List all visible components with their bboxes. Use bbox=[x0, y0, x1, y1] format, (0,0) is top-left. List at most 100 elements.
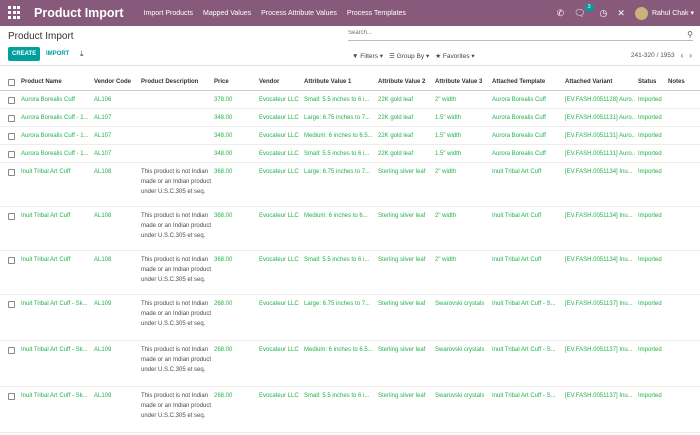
download-icon[interactable]: ⤓ bbox=[80, 49, 84, 59]
cell-attribute-value-2: Sterling silver leaf bbox=[378, 213, 426, 219]
column-header-attribute-value-2[interactable]: Attribute Value 2 bbox=[378, 77, 433, 87]
cell-attribute-value-3: 2" width bbox=[435, 97, 457, 103]
cell-vendor-code: AL108 bbox=[94, 213, 112, 219]
cell-status: Imported bbox=[638, 151, 662, 157]
apps-menu-icon[interactable] bbox=[8, 6, 22, 20]
cell-attribute-value-2: 22K gold leaf bbox=[378, 115, 414, 121]
chat-icon[interactable]: 🗨 3 bbox=[574, 3, 594, 18]
cell-vendor-code: AL108 bbox=[94, 169, 112, 175]
table-row[interactable]: Aurora Borealis Cuff AL106 378.00 Evocateur… bbox=[0, 91, 700, 109]
table-row[interactable]: Inuit Tribal Art Cuff AL108 This product i… bbox=[0, 163, 700, 207]
row-checkbox[interactable] bbox=[8, 257, 15, 264]
cell-price: 368.00 bbox=[214, 169, 233, 175]
column-header-vendor[interactable]: Vendor bbox=[259, 77, 301, 87]
column-header-attribute-value-1[interactable]: Attribute Value 1 bbox=[304, 77, 374, 87]
cell-attribute-value-3: 2" width bbox=[435, 169, 457, 175]
search-input[interactable] bbox=[348, 30, 668, 36]
cell-product-description: This product is not Indian made or an In… bbox=[141, 257, 212, 283]
cell-vendor-code: AL109 bbox=[94, 393, 112, 399]
groupby-button[interactable]: ☰ Group By ▾ bbox=[389, 52, 429, 60]
cell-vendor-code: AL108 bbox=[94, 257, 112, 263]
filters-button[interactable]: ▼ Filters ▾ bbox=[352, 52, 383, 60]
prev-page-icon[interactable]: ‹ bbox=[681, 51, 684, 60]
cell-attached-template: Aurora Borealis Cuff bbox=[492, 151, 546, 157]
column-header-attached-template[interactable]: Attached Template bbox=[492, 77, 562, 87]
cell-attached-template: Inuit Tribal Art Cuff - S... bbox=[492, 301, 556, 307]
cell-status: Imported bbox=[638, 169, 662, 175]
row-checkbox[interactable] bbox=[8, 213, 15, 220]
cell-price: 348.00 bbox=[214, 115, 233, 121]
cell-attached-variant: [EV.FASH.0051137] Inu... bbox=[565, 393, 633, 399]
cell-product-name: Inuit Tribal Art Cuff bbox=[21, 213, 71, 219]
table-row[interactable]: Aurora Borealis Cuff - 1... AL107 348.00 Ev… bbox=[0, 127, 700, 145]
cell-product-description: This product is not Indian made or an In… bbox=[141, 393, 212, 419]
column-header-attribute-value-3[interactable]: Attribute Value 3 bbox=[435, 77, 490, 87]
cell-vendor-code: AL107 bbox=[94, 151, 112, 157]
cell-status: Imported bbox=[638, 257, 662, 263]
search-options: ▼ Filters ▾ ☰ Group By ▾ ★ Favorites ▾ bbox=[352, 52, 481, 60]
cell-attached-variant: [EV.FASH.0051134] Inu... bbox=[565, 213, 633, 219]
row-checkbox[interactable] bbox=[8, 347, 15, 354]
cell-attribute-value-2: 22K gold leaf bbox=[378, 151, 414, 157]
column-header-product-description[interactable]: Product Description bbox=[141, 77, 213, 87]
row-checkbox[interactable] bbox=[8, 151, 15, 158]
cell-vendor-code: AL107 bbox=[94, 133, 112, 139]
column-header-status[interactable]: Status bbox=[638, 77, 668, 87]
table-row[interactable]: Inuit Tribal Art Cuff AL108 This product i… bbox=[0, 251, 700, 295]
row-checkbox[interactable] bbox=[8, 301, 15, 308]
user-menu[interactable]: Rahul Chak ▾ bbox=[652, 9, 694, 17]
cell-attribute-value-2: Sterling silver leaf bbox=[378, 257, 426, 263]
table-row[interactable]: Aurora Borealis Cuff - 1... AL107 348.00 Ev… bbox=[0, 109, 700, 127]
pager: 241-320 / 1953 ‹ › bbox=[631, 51, 692, 60]
cell-product-name: Aurora Borealis Cuff - 1... bbox=[21, 115, 89, 121]
menu-item-mapped-values[interactable]: Mapped Values bbox=[203, 10, 251, 17]
column-header-product-name[interactable]: Product Name bbox=[21, 77, 91, 87]
row-checkbox[interactable] bbox=[8, 169, 15, 176]
cell-vendor: Evocateur LLC bbox=[259, 301, 299, 307]
table-row[interactable]: Inuit Tribal Art Cuff - Sk... AL109 This p… bbox=[0, 341, 700, 387]
cell-attached-template: Inuit Tribal Art Cuff bbox=[492, 257, 542, 263]
close-icon[interactable]: ✕ bbox=[617, 8, 625, 18]
menu-item-process-templates[interactable]: Process Templates bbox=[347, 10, 406, 17]
import-button[interactable]: IMPORT bbox=[46, 47, 69, 61]
avatar[interactable] bbox=[634, 6, 648, 20]
cell-attached-template: Aurora Borealis Cuff bbox=[492, 133, 546, 139]
user-name: Rahul Chak bbox=[651, 10, 689, 17]
cell-attached-template: Aurora Borealis Cuff bbox=[492, 115, 546, 121]
cell-price: 348.00 bbox=[214, 151, 233, 157]
menu-item-process-attribute-values[interactable]: Process Attribute Values bbox=[261, 10, 337, 17]
cell-product-name: Aurora Borealis Cuff bbox=[21, 97, 75, 103]
cell-attribute-value-3: 1.5" width bbox=[435, 115, 462, 121]
clock-icon[interactable]: ◷ bbox=[600, 8, 608, 18]
favorites-button[interactable]: ★ Favorites ▾ bbox=[435, 52, 474, 60]
select-all-checkbox[interactable] bbox=[8, 79, 15, 86]
next-page-icon[interactable]: › bbox=[689, 51, 692, 60]
row-checkbox[interactable] bbox=[8, 393, 15, 400]
column-header-price[interactable]: Price bbox=[214, 77, 254, 87]
cell-attribute-value-3: Swarovski crystals bbox=[435, 301, 485, 307]
menu-item-import-products[interactable]: Import Products bbox=[144, 10, 193, 17]
cell-attribute-value-3: 2" width bbox=[435, 213, 457, 219]
cell-attribute-value-2: Sterling silver leaf bbox=[378, 301, 426, 307]
cell-price: 268.00 bbox=[214, 301, 233, 307]
cell-attribute-value-2: Sterling silver leaf bbox=[378, 347, 426, 353]
pager-value[interactable]: 241-320 / 1953 bbox=[631, 52, 675, 59]
search-icon[interactable]: ⚲ bbox=[687, 30, 693, 39]
row-checkbox[interactable] bbox=[8, 115, 15, 122]
cell-product-name: Inuit Tribal Art Cuff - Sk... bbox=[21, 347, 88, 353]
table-row[interactable]: Inuit Tribal Art Cuff - Sk... AL109 This p… bbox=[0, 387, 700, 433]
cell-attached-template: Inuit Tribal Art Cuff bbox=[492, 213, 542, 219]
table-row[interactable]: Inuit Tribal Art Cuff AL108 This product i… bbox=[0, 207, 700, 251]
column-header-vendor-code[interactable]: Vendor Code bbox=[94, 77, 136, 87]
column-header-attached-variant[interactable]: Attached Variant bbox=[565, 77, 635, 87]
table-row[interactable]: Inuit Tribal Art Cuff - Sk... AL109 This p… bbox=[0, 295, 700, 341]
row-checkbox[interactable] bbox=[8, 97, 15, 104]
create-button[interactable]: CREATE bbox=[8, 47, 41, 61]
column-header-notes[interactable]: Notes bbox=[668, 77, 698, 87]
cell-vendor: Evocateur LLC bbox=[259, 169, 299, 175]
row-checkbox[interactable] bbox=[8, 133, 15, 140]
cell-price: 268.00 bbox=[214, 393, 233, 399]
cell-attribute-value-3: Swarovski crystals bbox=[435, 393, 485, 399]
phone-icon[interactable]: ✆ bbox=[557, 8, 565, 18]
table-row[interactable]: Aurora Borealis Cuff - 1... AL107 348.00 Ev… bbox=[0, 145, 700, 163]
